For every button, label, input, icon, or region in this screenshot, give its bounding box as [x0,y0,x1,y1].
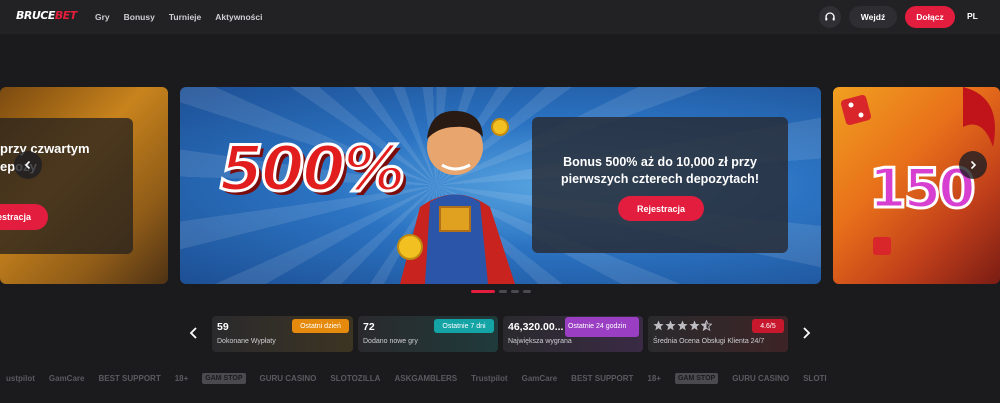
partner-logo: ustpilot [6,373,35,383]
carousel-prev-button[interactable] [14,151,42,179]
carousel-pagination [471,290,531,293]
partner-logos: ustpilot GamCare BEST SUPPORT 18+ GAM ST… [0,365,1000,391]
rating-stars [653,320,712,331]
pagination-dot[interactable] [499,290,507,293]
stats-prev-button[interactable] [188,326,200,345]
stat-description: Dokonane Wypłaty [217,338,276,345]
stat-badge: Ostatni dzień [292,319,349,333]
register-button[interactable]: Rejestracja [618,196,704,221]
stat-description: Średnia Ocena Obsługi Klienta 24/7 [653,338,765,345]
stat-card-withdrawals: 59 Ostatni dzień Dokonane Wypłaty [212,316,353,352]
nav-item-bonuses[interactable]: Bonusy [124,12,155,22]
chevron-left-icon [24,160,31,170]
top-bar: BRUCEBET Gry Bonusy Turnieje Aktywności … [0,0,1000,34]
stat-card-new-games: 72 Ostatnie 7 dni Dodano nowe gry [358,316,498,352]
carousel-slide-previous[interactable]: przy czwartym epozy estracja [0,87,168,284]
join-button[interactable]: Dołącz [905,6,955,28]
rating-badge: 4.6/5 [752,319,784,333]
login-button[interactable]: Wejdź [849,6,897,28]
partner-logo: GURU CASINO [259,373,317,383]
partner-logo: BEST SUPPORT [98,373,161,383]
nav-item-activities[interactable]: Aktywności [215,12,262,22]
stat-value: 59 [217,321,229,333]
bruce-bet-logo[interactable]: BRUCEBET [16,9,77,22]
bonus-percent-graphic: 500% [219,131,408,207]
partner-logo: 18+ [647,373,661,383]
pagination-dot-active[interactable] [471,290,495,293]
stat-value: 72 [363,321,375,333]
stat-description: Największa wygrana [508,338,572,345]
partner-logo: BEST SUPPORT [571,373,634,383]
stats-next-button[interactable] [800,326,812,345]
partner-logo: GURU CASINO [732,373,790,383]
chevron-right-icon [970,160,977,170]
slide-info-panel: Bonus 500% aż do 10,000 zł przy pierwszy… [532,117,788,253]
pagination-dot[interactable] [511,290,519,293]
carousel-slide-next[interactable]: 150 [833,87,1000,284]
star-icon [665,320,676,331]
nav-item-games[interactable]: Gry [95,12,110,22]
partner-logo: Trustpilot [471,373,508,383]
headset-icon [825,12,835,21]
slide-title: Bonus 500% aż do 10,000 zł przy pierwszy… [561,155,759,186]
star-icon [653,320,664,331]
star-icon [677,320,688,331]
partner-logo: GAM STOP [674,372,719,384]
chevron-left-icon [189,327,197,339]
star-half-icon [701,320,712,331]
stat-badge: Ostatnie 7 dni [434,319,494,333]
partner-logo: SLOTOZILLA [330,373,381,383]
pagination-dot[interactable] [523,290,531,293]
stat-card-biggest-win: 46,320.00... Ostatnie 24 godzin Najwięks… [503,316,643,352]
main-nav: Gry Bonusy Turnieje Aktywności [95,0,263,34]
language-selector[interactable]: PL [967,11,978,21]
partner-logo: GAM STOP [202,372,246,384]
partner-logo: GamCare [521,373,558,383]
stat-badge: Ostatnie 24 godzin [565,317,639,337]
carousel-next-button[interactable] [959,151,987,179]
stat-description: Dodano nowe gry [363,338,418,345]
partner-logo: 18+ [174,373,189,383]
slide-info-panel [0,118,133,254]
stat-card-support-rating: 4.6/5 Średnia Ocena Obsługi Klienta 24/7 [648,316,788,352]
star-icon [689,320,700,331]
slide-text: przy czwartym epozy [0,141,90,174]
chevron-right-icon [803,327,811,339]
carousel-slide-active[interactable]: 500% Bonus 500% aż do 10,000 zł przy pie… [180,87,821,284]
nav-item-tournaments[interactable]: Turnieje [169,12,201,22]
partner-logo: SLOTI [803,373,827,383]
bonus-percent-graphic: 150 [868,156,978,222]
partner-logo: ASKGAMBLERS [394,373,458,383]
register-button[interactable]: estracja [0,204,48,230]
support-button[interactable] [819,6,841,28]
stat-value: 46,320.00... [508,321,564,333]
partner-logo: GamCare [48,373,85,383]
